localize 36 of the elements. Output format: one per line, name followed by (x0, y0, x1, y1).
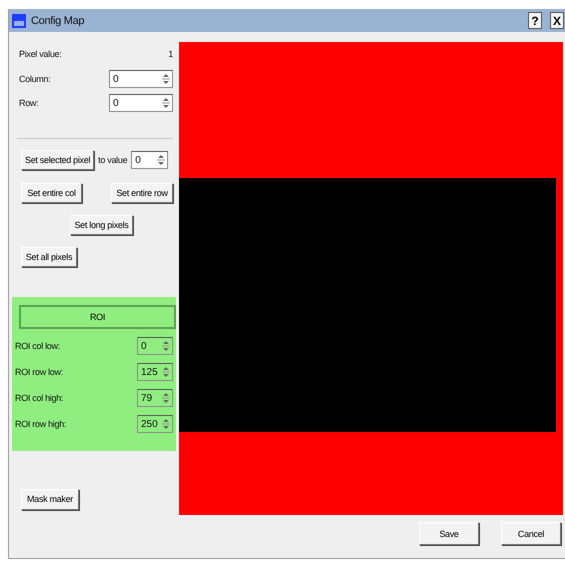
spin-arrows-icon[interactable] (162, 391, 170, 405)
spin-arrows-icon[interactable] (157, 153, 166, 167)
field-label: Row: (19, 98, 38, 108)
set-long-pixels-button[interactable]: Set long pixels (70, 215, 133, 235)
spin-box[interactable]: 0 (131, 151, 168, 169)
help-button[interactable]: ? (528, 12, 542, 29)
spin-box[interactable]: 125 (137, 363, 173, 381)
field-label: ROI col high: (15, 393, 64, 403)
spin-box[interactable]: 250 (137, 415, 173, 433)
field-label: to value (98, 155, 128, 165)
spin-box[interactable]: 79 (137, 389, 173, 407)
spin-arrows-icon[interactable] (162, 365, 170, 379)
save-button[interactable]: Save (419, 522, 479, 545)
field-label: ROI row high: (15, 419, 66, 429)
spin-arrows-icon[interactable] (162, 417, 170, 431)
cancel-button[interactable]: Cancel (501, 522, 561, 545)
spin-arrows-icon[interactable] (162, 72, 170, 86)
pixel-value: 1 (168, 49, 173, 59)
spin-box[interactable]: 0 (109, 70, 173, 88)
field-label: Column: (19, 74, 50, 84)
set-row-button[interactable]: Set entire row (111, 183, 173, 203)
spin-box[interactable]: 0 (137, 337, 173, 355)
window-title: Config Map (31, 14, 86, 26)
set-selected-pixel-button[interactable]: Set selected pixel (21, 150, 94, 170)
close-button[interactable]: X (550, 12, 564, 29)
spin-box[interactable]: 0 (109, 94, 173, 112)
set-col-button[interactable]: Set entire col (21, 183, 82, 203)
spin-arrows-icon[interactable] (162, 339, 170, 353)
set-all-pixels-button[interactable]: Set all pixels (21, 247, 77, 267)
field-label: ROI row low: (15, 367, 63, 377)
app-icon (12, 14, 26, 28)
mask-maker-button[interactable]: Mask maker (21, 488, 79, 510)
field-label: ROI col low: (15, 341, 60, 351)
field-label: Pixel value: (19, 49, 62, 59)
roi-button[interactable]: ROI (19, 305, 176, 329)
spin-arrows-icon[interactable] (162, 96, 170, 110)
